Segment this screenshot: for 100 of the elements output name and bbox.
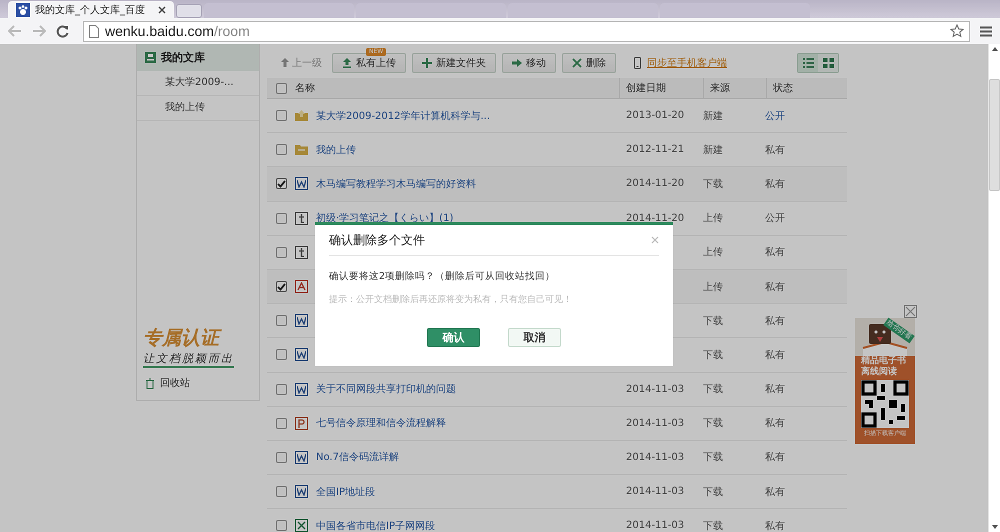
file-name-link[interactable]: 初级·学习笔记之【くらい】(1) [316,211,454,226]
file-name-link[interactable]: 关于不同网段共享打印机的问题 [316,382,456,396]
word-file-icon [295,450,308,464]
pdf-file-icon [295,280,308,294]
word-file-icon [295,177,308,190]
source-cell-text: 上传 [702,212,724,226]
dialog-title: 确认删除多个文件 [329,232,425,248]
trash-icon [145,378,155,388]
grid-view-button[interactable] [818,54,838,72]
file-name-link[interactable]: 某大学2009-2012学年计算机科学与... [316,108,490,123]
sidebar-title: 我的文库 [161,50,205,65]
right-arrow-icon [512,58,522,68]
txt-file-icon [295,212,308,225]
grid-icon [822,58,834,68]
ppt-file-icon [295,416,308,430]
url-text: wenku.baidu.com/room [105,23,251,39]
select-all-checkbox[interactable] [276,82,286,94]
upload-icon [342,58,352,68]
sidebar-header[interactable]: 我的文库 [137,44,259,71]
star-icon[interactable] [950,24,964,38]
column-header[interactable]: 来源 [703,78,766,98]
row-checkbox[interactable] [276,178,286,190]
source-cell-text: 下载 [702,348,724,362]
txt-file-icon [295,246,308,259]
browser-tab[interactable]: 我的文库_个人文库_百度 [8,1,174,18]
row-checkbox[interactable] [276,315,286,326]
file-name-link[interactable]: No.7信令码流详解 [316,450,399,464]
status-cell-text: 私有 [764,486,786,499]
status-cell[interactable]: 公开 [758,108,828,123]
qr-code-icon [861,380,909,428]
scroll-up-icon[interactable] [992,47,998,51]
date-cell-text: 2013-01-20 [625,110,686,122]
status-cell-text: 公开 [764,212,786,226]
row-checkbox[interactable] [276,520,286,532]
status-cell-text: 私有 [764,144,786,157]
date-cell-text: 2014-11-03 [625,452,686,463]
up-arrow-icon [281,58,289,67]
source-cell-text: 上传 [702,246,724,260]
confirm-button[interactable]: 确认 [427,328,480,347]
row-checkbox[interactable] [276,212,286,224]
file-name-link[interactable]: 全国IP地址段 [316,484,375,499]
sidebar-item[interactable]: 某大学2009-... [137,71,259,96]
file-name-link[interactable]: 中国各省市电信IP子网网段 [316,518,435,532]
certification-logo-drawing: 专属认证 让文档脱颖而出 [137,325,251,368]
row-checkbox[interactable] [276,246,286,258]
row-checkbox[interactable] [276,349,286,360]
status-cell-text: 私有 [764,348,786,362]
dialog-hint: 提示：公开文档删除后再还原将变为私有，只有您自己可见！ [329,294,573,306]
phone-icon [634,56,641,68]
delete-button[interactable]: 删除 [562,52,616,72]
date-cell-text: 2014-11-20 [625,212,686,224]
row-checkbox[interactable] [276,110,286,122]
sidebar-item[interactable]: 我的上传 [137,96,259,121]
source-cell-text: 下载 [702,520,724,532]
address-bar[interactable]: wenku.baidu.com/room [83,20,970,42]
scrollbar[interactable] [988,44,1000,532]
close-icon [572,58,582,68]
date-cell-text: 2014-11-20 [625,178,686,190]
status-cell-text: 私有 [764,383,786,396]
row-checkbox[interactable] [276,486,286,498]
column-header[interactable]: 创建日期 [619,78,703,98]
cancel-button[interactable]: 取消 [508,328,561,347]
recycle-bin-link[interactable]: 回收站 [137,368,259,390]
row-checkbox[interactable] [276,281,286,292]
source-cell-text: 下载 [702,450,724,464]
menu-icon[interactable] [980,26,992,36]
back-icon[interactable] [8,25,22,37]
list-view-button[interactable] [798,54,818,72]
status-cell-text: 私有 [764,451,786,464]
row-checkbox[interactable] [276,418,286,429]
column-header[interactable]: 状态 [766,78,850,98]
file-name-link[interactable]: 木马编写教程学习木马编写的好资料 [316,176,476,191]
source-cell-text: 下载 [702,486,724,499]
date-cell-text: 2012-11-21 [625,144,686,156]
forward-icon[interactable] [32,25,46,37]
reload-icon[interactable] [56,24,69,38]
ad-headline: 离线阅读 [860,367,897,378]
date-cell-text: 2014-11-03 [625,384,686,395]
move-button[interactable]: 移动 [502,52,556,72]
status-cell-text: 私有 [764,314,786,328]
close-icon[interactable] [158,6,166,14]
upload-button[interactable]: 私有上传 [332,52,406,72]
file-name-link[interactable]: 七号信令原理和信令流程解释 [316,416,446,430]
source-cell-text: 新建 [702,144,724,157]
source-cell-text: 下载 [702,178,724,191]
scrollbar-thumb[interactable] [989,79,1000,191]
file-name-link[interactable]: 我的上传 [316,142,356,157]
ad-close-icon[interactable] [904,305,917,318]
row-checkbox[interactable] [276,452,286,463]
scroll-down-icon[interactable] [992,525,998,529]
new-tab-button[interactable] [176,4,202,18]
column-header[interactable]: 名称 [295,78,619,98]
library-icon [145,52,156,63]
row-checkbox[interactable] [276,384,286,395]
source-cell-text: 下载 [702,416,724,430]
new-folder-button[interactable]: 新建文件夹 [412,52,496,72]
row-checkbox[interactable] [276,144,286,156]
status-cell-text: 私有 [764,520,786,532]
word-file-icon [295,348,308,362]
source-cell-text: 下载 [702,314,724,328]
